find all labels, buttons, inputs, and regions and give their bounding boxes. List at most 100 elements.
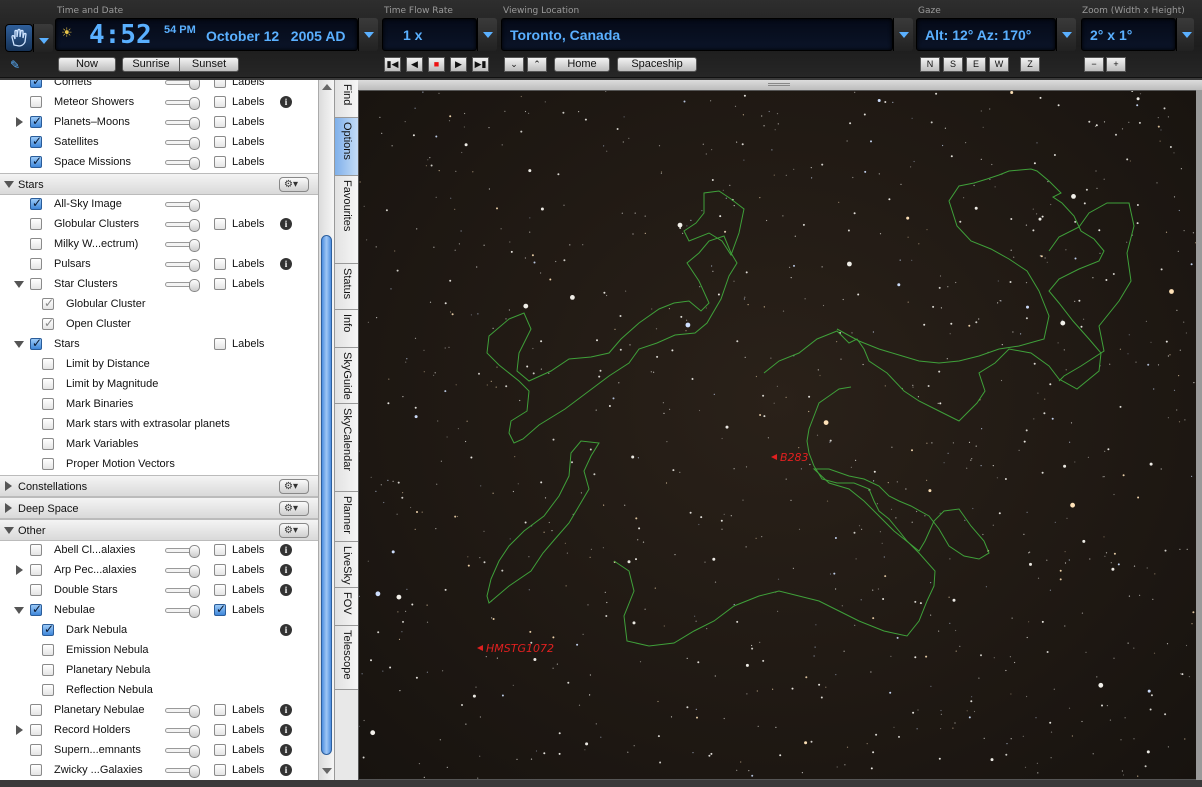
option-checkbox[interactable] — [42, 296, 54, 310]
option-checkbox[interactable] — [42, 398, 54, 410]
nebula-label-b283[interactable]: B283 — [771, 451, 809, 464]
splitter-grip[interactable] — [358, 80, 1202, 90]
option-checkbox[interactable] — [30, 744, 42, 756]
option-checkbox[interactable] — [30, 724, 42, 736]
labels-checkbox[interactable] — [214, 564, 226, 576]
gear-icon[interactable]: ⚙▾ — [279, 501, 309, 516]
section-header[interactable]: Stars ⚙▾ — [0, 173, 318, 195]
option-checkbox[interactable] — [30, 238, 42, 250]
dir-z-button[interactable]: Z — [1020, 57, 1040, 72]
down-chevron-button[interactable]: ⌄ — [504, 57, 524, 72]
tab-telescope[interactable]: Telescope — [335, 626, 359, 690]
disclosure-down-icon[interactable] — [14, 607, 24, 614]
info-icon[interactable]: i — [280, 96, 292, 108]
labels-checkbox[interactable] — [214, 96, 226, 108]
brightness-slider[interactable] — [165, 545, 200, 558]
nebula-label-hmstg1072[interactable]: HMSTG1072 — [477, 642, 554, 655]
labels-checkbox[interactable] — [214, 136, 226, 148]
gear-icon[interactable]: ⚙▾ — [279, 479, 309, 494]
labels-checkbox[interactable] — [214, 704, 226, 716]
gear-icon[interactable]: ⚙▾ — [279, 177, 309, 192]
sunset-button[interactable]: Sunset — [179, 57, 239, 72]
sky-view[interactable]: B283 HMSTG1072 — [358, 90, 1198, 780]
option-checkbox[interactable] — [30, 278, 42, 290]
info-icon[interactable]: i — [280, 704, 292, 716]
option-checkbox[interactable] — [30, 96, 42, 108]
scroll-down-arrow[interactable] — [322, 768, 332, 774]
labels-checkbox[interactable] — [214, 338, 226, 350]
disclosure-right-icon[interactable] — [5, 503, 12, 513]
info-icon[interactable]: i — [280, 744, 292, 756]
section-header[interactable]: Constellations ⚙▾ — [0, 475, 318, 497]
labels-checkbox[interactable] — [214, 744, 226, 756]
disclosure-down-icon[interactable] — [14, 341, 24, 348]
labels-checkbox[interactable] — [214, 218, 226, 230]
info-icon[interactable]: i — [280, 564, 292, 576]
zoom-display[interactable]: 2° x 1° — [1081, 18, 1176, 51]
brightness-slider[interactable] — [165, 605, 200, 618]
disclosure-right-icon[interactable] — [5, 481, 12, 491]
option-checkbox[interactable] — [42, 358, 54, 370]
brightness-slider[interactable] — [165, 219, 200, 232]
step-forward-button[interactable]: ▶ — [450, 57, 467, 72]
disclosure-down-icon[interactable] — [4, 527, 14, 534]
tab-info[interactable]: Info — [335, 310, 359, 348]
tab-planner[interactable]: Planner — [335, 492, 359, 542]
sky-chart[interactable]: B283 HMSTG1072 — [359, 91, 1198, 780]
step-start-button[interactable]: ▮◀ — [384, 57, 401, 72]
gaze-dropdown[interactable] — [1056, 18, 1076, 51]
tool-dropdown[interactable] — [33, 24, 53, 52]
zoom-dropdown[interactable] — [1176, 18, 1194, 51]
labels-checkbox[interactable] — [214, 602, 226, 616]
scroll-thumb[interactable] — [321, 235, 332, 755]
brightness-slider[interactable] — [165, 765, 200, 778]
section-header[interactable]: Deep Space ⚙▾ — [0, 497, 318, 519]
sidebar-scrollbar[interactable] — [318, 80, 334, 780]
location-dropdown[interactable] — [893, 18, 913, 51]
option-checkbox[interactable] — [30, 80, 42, 88]
tab-skyguide[interactable]: SkyGuide — [335, 348, 359, 404]
time-date-display[interactable]: ☀ 4:52 54 PM October 12 2005 AD — [55, 18, 358, 51]
home-button[interactable]: Home — [554, 57, 610, 72]
labels-checkbox[interactable] — [214, 116, 226, 128]
option-checkbox[interactable] — [42, 316, 54, 330]
brightness-slider[interactable] — [165, 705, 200, 718]
tab-skycalendar[interactable]: SkyCalendar — [335, 404, 359, 492]
option-checkbox[interactable] — [30, 704, 42, 716]
gear-icon[interactable]: ⚙▾ — [279, 523, 309, 538]
zoom-out-button[interactable]: − — [1084, 57, 1104, 72]
option-checkbox[interactable] — [30, 544, 42, 556]
option-checkbox[interactable] — [30, 134, 42, 148]
option-checkbox[interactable] — [42, 378, 54, 390]
option-checkbox[interactable] — [30, 258, 42, 270]
option-checkbox[interactable] — [42, 644, 54, 656]
brightness-slider[interactable] — [165, 239, 200, 252]
option-checkbox[interactable] — [30, 154, 42, 168]
step-end-button[interactable]: ▶▮ — [472, 57, 489, 72]
info-icon[interactable]: i — [280, 724, 292, 736]
up-chevron-button[interactable]: ⌃ — [527, 57, 547, 72]
labels-checkbox[interactable] — [214, 724, 226, 736]
option-checkbox[interactable] — [42, 622, 54, 636]
stop-button[interactable]: ■ — [428, 57, 445, 72]
option-checkbox[interactable] — [30, 196, 42, 210]
brightness-slider[interactable] — [165, 137, 200, 150]
option-checkbox[interactable] — [30, 336, 42, 350]
tab-find[interactable]: Find — [335, 80, 359, 118]
brightness-slider[interactable] — [165, 80, 200, 90]
tab-status[interactable]: Status — [335, 264, 359, 310]
zoom-in-button[interactable]: + — [1106, 57, 1126, 72]
option-checkbox[interactable] — [30, 114, 42, 128]
option-checkbox[interactable] — [42, 684, 54, 696]
brightness-slider[interactable] — [165, 199, 200, 212]
brightness-slider[interactable] — [165, 745, 200, 758]
pin-icon[interactable]: ✎ — [10, 58, 24, 72]
option-checkbox[interactable] — [30, 764, 42, 776]
option-checkbox[interactable] — [42, 438, 54, 450]
location-display[interactable]: Toronto, Canada — [501, 18, 893, 51]
flow-display[interactable]: 1 x — [382, 18, 477, 51]
brightness-slider[interactable] — [165, 97, 200, 110]
disclosure-right-icon[interactable] — [16, 725, 23, 735]
option-checkbox[interactable] — [30, 564, 42, 576]
option-checkbox[interactable] — [30, 218, 42, 230]
